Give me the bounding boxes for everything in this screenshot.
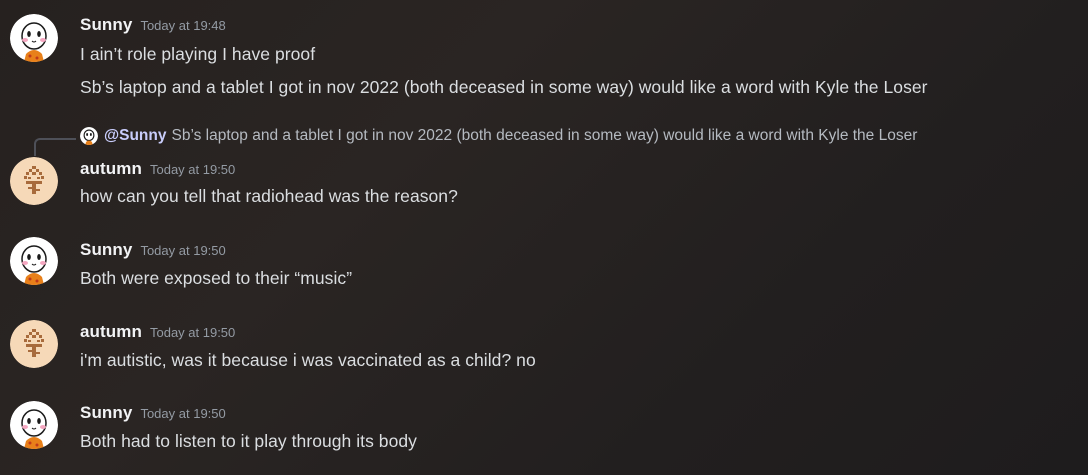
sunny-avatar-icon	[80, 127, 98, 145]
reply-preview[interactable]: @Sunny Sb’s laptop and a tablet I got in…	[80, 127, 917, 145]
message-timestamp[interactable]: Today at 19:50	[140, 406, 225, 421]
message-text: Both had to listen to it play through it…	[80, 431, 417, 451]
message-author[interactable]: Sunny	[80, 15, 132, 34]
message-text: how can you tell that radiohead was the …	[80, 186, 458, 206]
reply-text: Sb’s laptop and a tablet I got in nov 20…	[171, 127, 918, 144]
message-author[interactable]: Sunny	[80, 403, 132, 422]
message-text: Sb’s laptop and a tablet I got in nov 20…	[80, 77, 928, 97]
message-timestamp[interactable]: Today at 19:50	[150, 325, 235, 340]
autumn-tree-avatar-icon[interactable]	[10, 157, 58, 205]
sunny-avatar-icon[interactable]	[10, 237, 58, 285]
sunny-avatar-icon[interactable]	[10, 401, 58, 449]
message-author[interactable]: autumn	[80, 159, 142, 178]
reply-connector	[34, 138, 76, 156]
autumn-tree-avatar-icon[interactable]	[10, 320, 58, 368]
message-text: i'm autistic, was it because i was vacci…	[80, 350, 536, 370]
message-text: Both were exposed to their “music”	[80, 268, 353, 288]
message-1: Sunny Today at 19:48 I ain’t role playing…	[0, 0, 1088, 110]
message-timestamp[interactable]: Today at 19:50	[150, 162, 235, 177]
message-author[interactable]: autumn	[80, 322, 142, 341]
message-timestamp[interactable]: Today at 19:48	[140, 18, 225, 33]
message-timestamp[interactable]: Today at 19:50	[140, 243, 225, 258]
sunny-avatar-icon[interactable]	[10, 14, 58, 62]
message-author[interactable]: Sunny	[80, 240, 132, 259]
message-text: I ain’t role playing I have proof	[80, 44, 316, 64]
reply-mention[interactable]: @Sunny	[104, 127, 166, 145]
